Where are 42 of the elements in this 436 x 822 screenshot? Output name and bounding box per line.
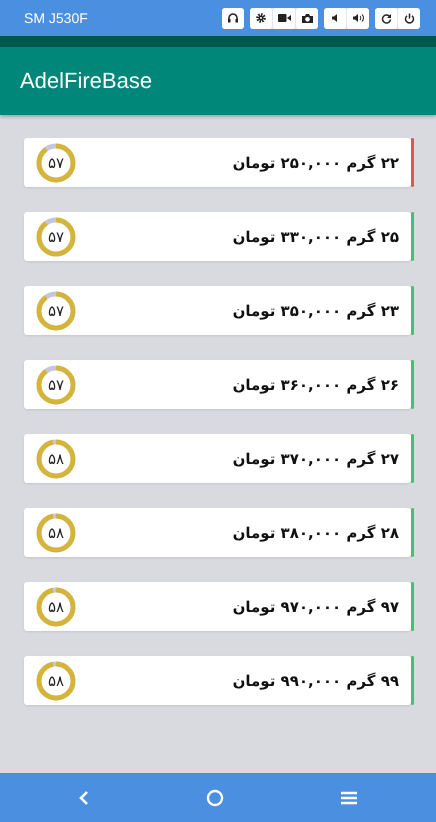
price-text: ۲۶ گرم ۳۶۰,۰۰۰ تومان [232, 376, 399, 394]
timer-ring [35, 364, 77, 406]
price-text: ۲۳ گرم ۳۵۰,۰۰۰ تومان [232, 302, 399, 320]
timer-ring [35, 142, 77, 184]
timer-value: ۵۷ [47, 302, 65, 320]
price-text: ۲۵ گرم ۳۳۰,۰۰۰ تومان [232, 228, 399, 246]
price-card[interactable]: ۵۸ ۲۸ گرم ۳۸۰,۰۰۰ تومان [24, 508, 411, 557]
video-camera-icon[interactable] [273, 8, 295, 28]
timer-value: ۵۷ [47, 154, 65, 172]
timer-value: ۵۸ [47, 598, 65, 616]
rotate-icon[interactable] [375, 8, 397, 28]
price-card[interactable]: ۵۸ ۲۷ گرم ۳۷۰,۰۰۰ تومان [24, 434, 411, 483]
volume-down-icon[interactable] [324, 8, 346, 28]
price-text: ۹۹ گرم ۹۹۰,۰۰۰ تومان [232, 672, 399, 690]
price-card[interactable]: ۵۸ ۹۷ گرم ۹۷۰,۰۰۰ تومان [24, 582, 411, 631]
price-card[interactable]: ۵۷ ۲۵ گرم ۳۳۰,۰۰۰ تومان [24, 212, 411, 261]
price-card[interactable]: ۵۷ ۲۶ گرم ۳۶۰,۰۰۰ تومان [24, 360, 411, 409]
timer-ring [35, 438, 77, 480]
price-text: ۲۲ گرم ۲۵۰,۰۰۰ تومان [232, 154, 399, 172]
timer-ring [35, 512, 77, 554]
device-name: SM J530F [24, 10, 88, 26]
price-text: ۲۷ گرم ۳۷۰,۰۰۰ تومان [232, 450, 399, 468]
timer-value: ۵۸ [47, 672, 65, 690]
timer-ring [35, 290, 77, 332]
timer-ring [35, 660, 77, 702]
price-text: ۲۸ گرم ۳۸۰,۰۰۰ تومان [232, 524, 399, 542]
timer-value: ۵۸ [47, 524, 65, 542]
volume-up-icon[interactable] [347, 8, 369, 28]
price-card[interactable]: ۵۷ ۲۲ گرم ۲۵۰,۰۰۰ تومان [24, 138, 411, 187]
timer-value: ۵۷ [47, 228, 65, 246]
timer-value: ۵۷ [47, 376, 65, 394]
price-text: ۹۷ گرم ۹۷۰,۰۰۰ تومان [232, 598, 399, 616]
timer-value: ۵۸ [47, 450, 65, 468]
price-card[interactable]: ۵۸ ۹۹ گرم ۹۹۰,۰۰۰ تومان [24, 656, 411, 705]
headphones-icon[interactable] [222, 8, 244, 28]
timer-ring [35, 586, 77, 628]
settings-icon[interactable] [250, 8, 272, 28]
timer-ring [35, 216, 77, 258]
app-title: AdelFireBase [20, 68, 152, 94]
camera-icon[interactable] [296, 8, 318, 28]
power-icon[interactable] [398, 8, 420, 28]
price-card[interactable]: ۵۷ ۲۳ گرم ۳۵۰,۰۰۰ تومان [24, 286, 411, 335]
